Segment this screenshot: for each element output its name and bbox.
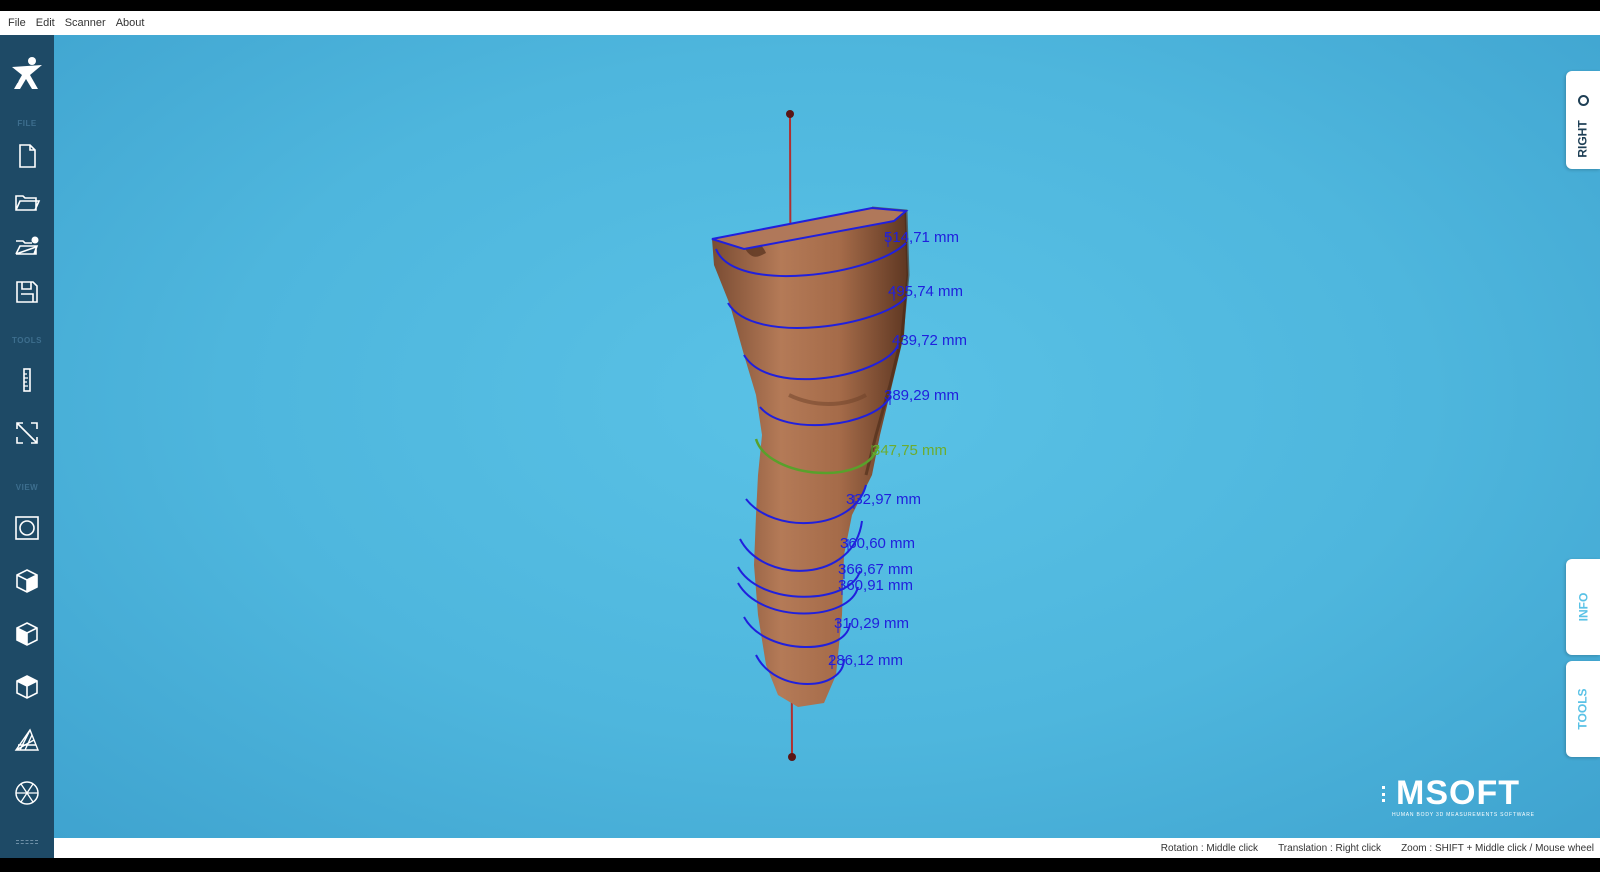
axis-bottom-handle [788, 753, 796, 761]
status-bar: Rotation : Middle click Translation : Ri… [54, 838, 1600, 858]
axis-top-handle [786, 110, 794, 118]
measurement-label: 360,60 mm [840, 535, 916, 552]
measurement-label: 366,67 mm [838, 561, 914, 578]
brand-name: MSOFT [1396, 774, 1520, 812]
status-rotation: Rotation : Middle click [1160, 842, 1259, 854]
circle-icon [1577, 94, 1589, 106]
section-file-label: FILE [17, 119, 37, 128]
tab-info[interactable]: INFO [1566, 559, 1600, 655]
brand-tagline: HUMAN BODY 3D MEASUREMENTS SOFTWARE [1392, 812, 1535, 818]
tab-info-label: INFO [1575, 592, 1590, 622]
measurement-label-active: 347,75 mm [872, 442, 948, 459]
menu-scanner[interactable]: Scanner [65, 17, 106, 29]
menu-file[interactable]: File [8, 17, 26, 29]
sidebar: FILE TOOLS VIEW [0, 35, 54, 858]
scale-arrows-icon[interactable] [10, 416, 44, 450]
measurement-label: 332,97 mm [846, 491, 922, 508]
view-cube-side-icon[interactable] [10, 617, 44, 651]
sidebar-grip[interactable] [16, 840, 38, 844]
section-view-label: VIEW [15, 483, 39, 492]
menu-about[interactable]: About [116, 17, 145, 29]
status-zoom: Zoom : SHIFT + Middle click / Mouse whee… [1401, 842, 1594, 854]
mesh-icon[interactable] [10, 723, 44, 757]
bottom-border [0, 858, 1600, 872]
measurement-label: 439,72 mm [892, 332, 968, 349]
measurement-label: 514,71 mm [884, 229, 960, 246]
measurement-label: 360,91 mm [838, 577, 914, 594]
scanned-leg-model[interactable] [54, 35, 1600, 838]
open-recent-folder-icon[interactable] [10, 229, 44, 263]
measurement-label: 495,74 mm [888, 283, 964, 300]
menu-bar: File Edit Scanner About [0, 11, 1600, 35]
view-cube-top-icon[interactable] [10, 670, 44, 704]
save-icon[interactable] [10, 275, 44, 309]
view-front-icon[interactable] [10, 511, 44, 545]
top-border [0, 0, 1600, 11]
new-file-icon[interactable] [10, 139, 44, 173]
tab-right-label: RIGHT [1576, 119, 1590, 158]
tab-tools-label: TOOLS [1576, 688, 1590, 730]
section-tools-label: TOOLS [12, 336, 42, 345]
3d-viewport[interactable]: 514,71 mm 495,74 mm 439,72 mm 389,29 mm … [54, 35, 1600, 838]
menu-edit[interactable]: Edit [36, 17, 55, 29]
wireframe-icon[interactable] [10, 776, 44, 810]
brand-dots-icon [1382, 786, 1390, 802]
app-logo-icon[interactable] [8, 55, 46, 93]
brand-logo: MSOFT HUMAN BODY 3D MEASUREMENTS SOFTWAR… [1382, 774, 1552, 820]
open-folder-icon[interactable] [10, 185, 44, 219]
status-translation: Translation : Right click [1278, 842, 1382, 854]
measurement-label: 389,29 mm [884, 387, 960, 404]
measurement-label: 310,29 mm [834, 615, 910, 632]
tab-right-view[interactable]: RIGHT [1566, 71, 1600, 169]
tab-tools[interactable]: TOOLS [1566, 661, 1600, 757]
ruler-icon[interactable] [10, 363, 44, 397]
measurement-label: 286,12 mm [828, 652, 904, 669]
view-cube-icon[interactable] [10, 564, 44, 598]
